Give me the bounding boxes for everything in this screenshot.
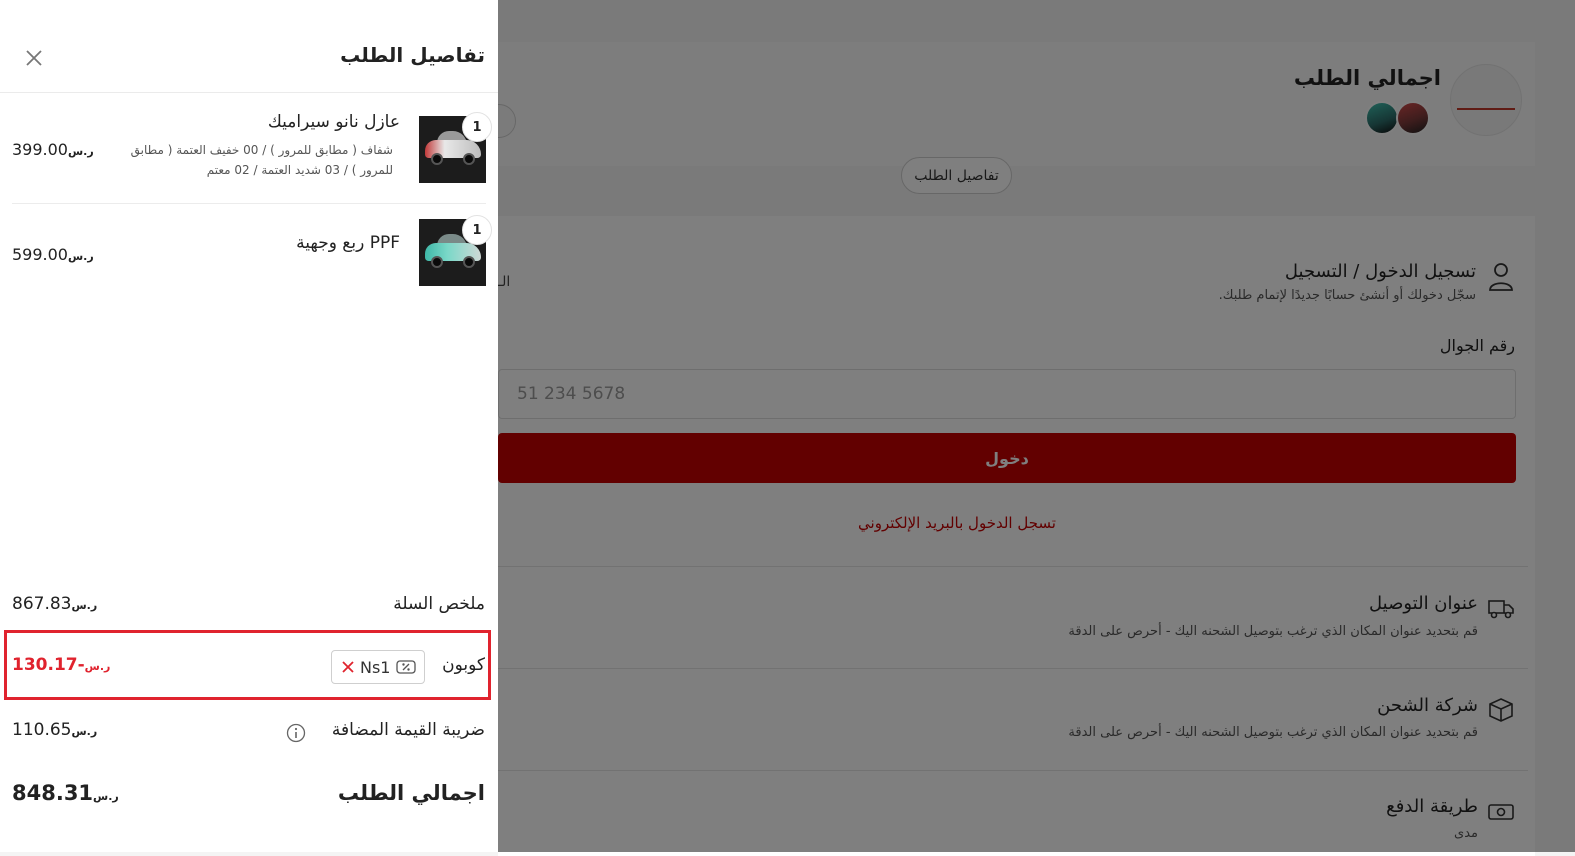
coupon-discount-value: ر.س-130.17 (12, 655, 111, 675)
drawer-title: تفاصيل الطلب (340, 43, 485, 67)
discount-tag-icon (396, 660, 417, 674)
riyal-icon: ر.س (71, 725, 98, 738)
order-details-drawer: تفاصيل الطلب 1 عازل نانو سيراميك شفاف ( … (0, 0, 498, 852)
remove-coupon-icon[interactable] (342, 661, 354, 673)
cart-item: 1 PPF ربع وجهية ر.س599.00 (0, 215, 498, 309)
riyal-icon: ر.س (67, 145, 94, 158)
cart-summary-label: ملخص السلة (393, 594, 485, 614)
item-name: PPF ربع وجهية (296, 233, 400, 253)
info-icon[interactable] (286, 723, 306, 743)
cart-item: 1 عازل نانو سيراميك شفاف ( مطابق للمرور … (0, 112, 498, 206)
item-divider (12, 203, 486, 204)
vat-value: ر.س110.65 (12, 720, 98, 740)
drawer-divider (0, 92, 498, 93)
riyal-icon: ر.س (93, 790, 119, 803)
order-total-value: ر.س848.31 (12, 781, 119, 805)
cart-summary-value: ر.س867.83 (12, 594, 98, 614)
item-price: ر.س599.00 (12, 245, 94, 264)
coupon-chip: Ns1 (331, 650, 425, 684)
item-name: عازل نانو سيراميك (267, 112, 400, 132)
riyal-icon: ر.س (84, 660, 111, 673)
riyal-icon: ر.س (71, 599, 98, 612)
item-price: ر.س399.00 (12, 140, 94, 159)
riyal-icon: ر.س (67, 250, 94, 263)
quantity-badge: 1 (462, 112, 492, 142)
coupon-code: Ns1 (360, 657, 391, 677)
order-total-label: اجمالي الطلب (337, 781, 485, 805)
item-description: شفاف ( مطابق للمرور ) / 00 خفيف العتمة (… (130, 143, 393, 177)
quantity-badge: 1 (462, 215, 492, 245)
close-icon[interactable] (25, 49, 43, 67)
coupon-label: كوبون (442, 655, 485, 675)
vat-label: ضريبة القيمة المضافة (331, 720, 485, 740)
